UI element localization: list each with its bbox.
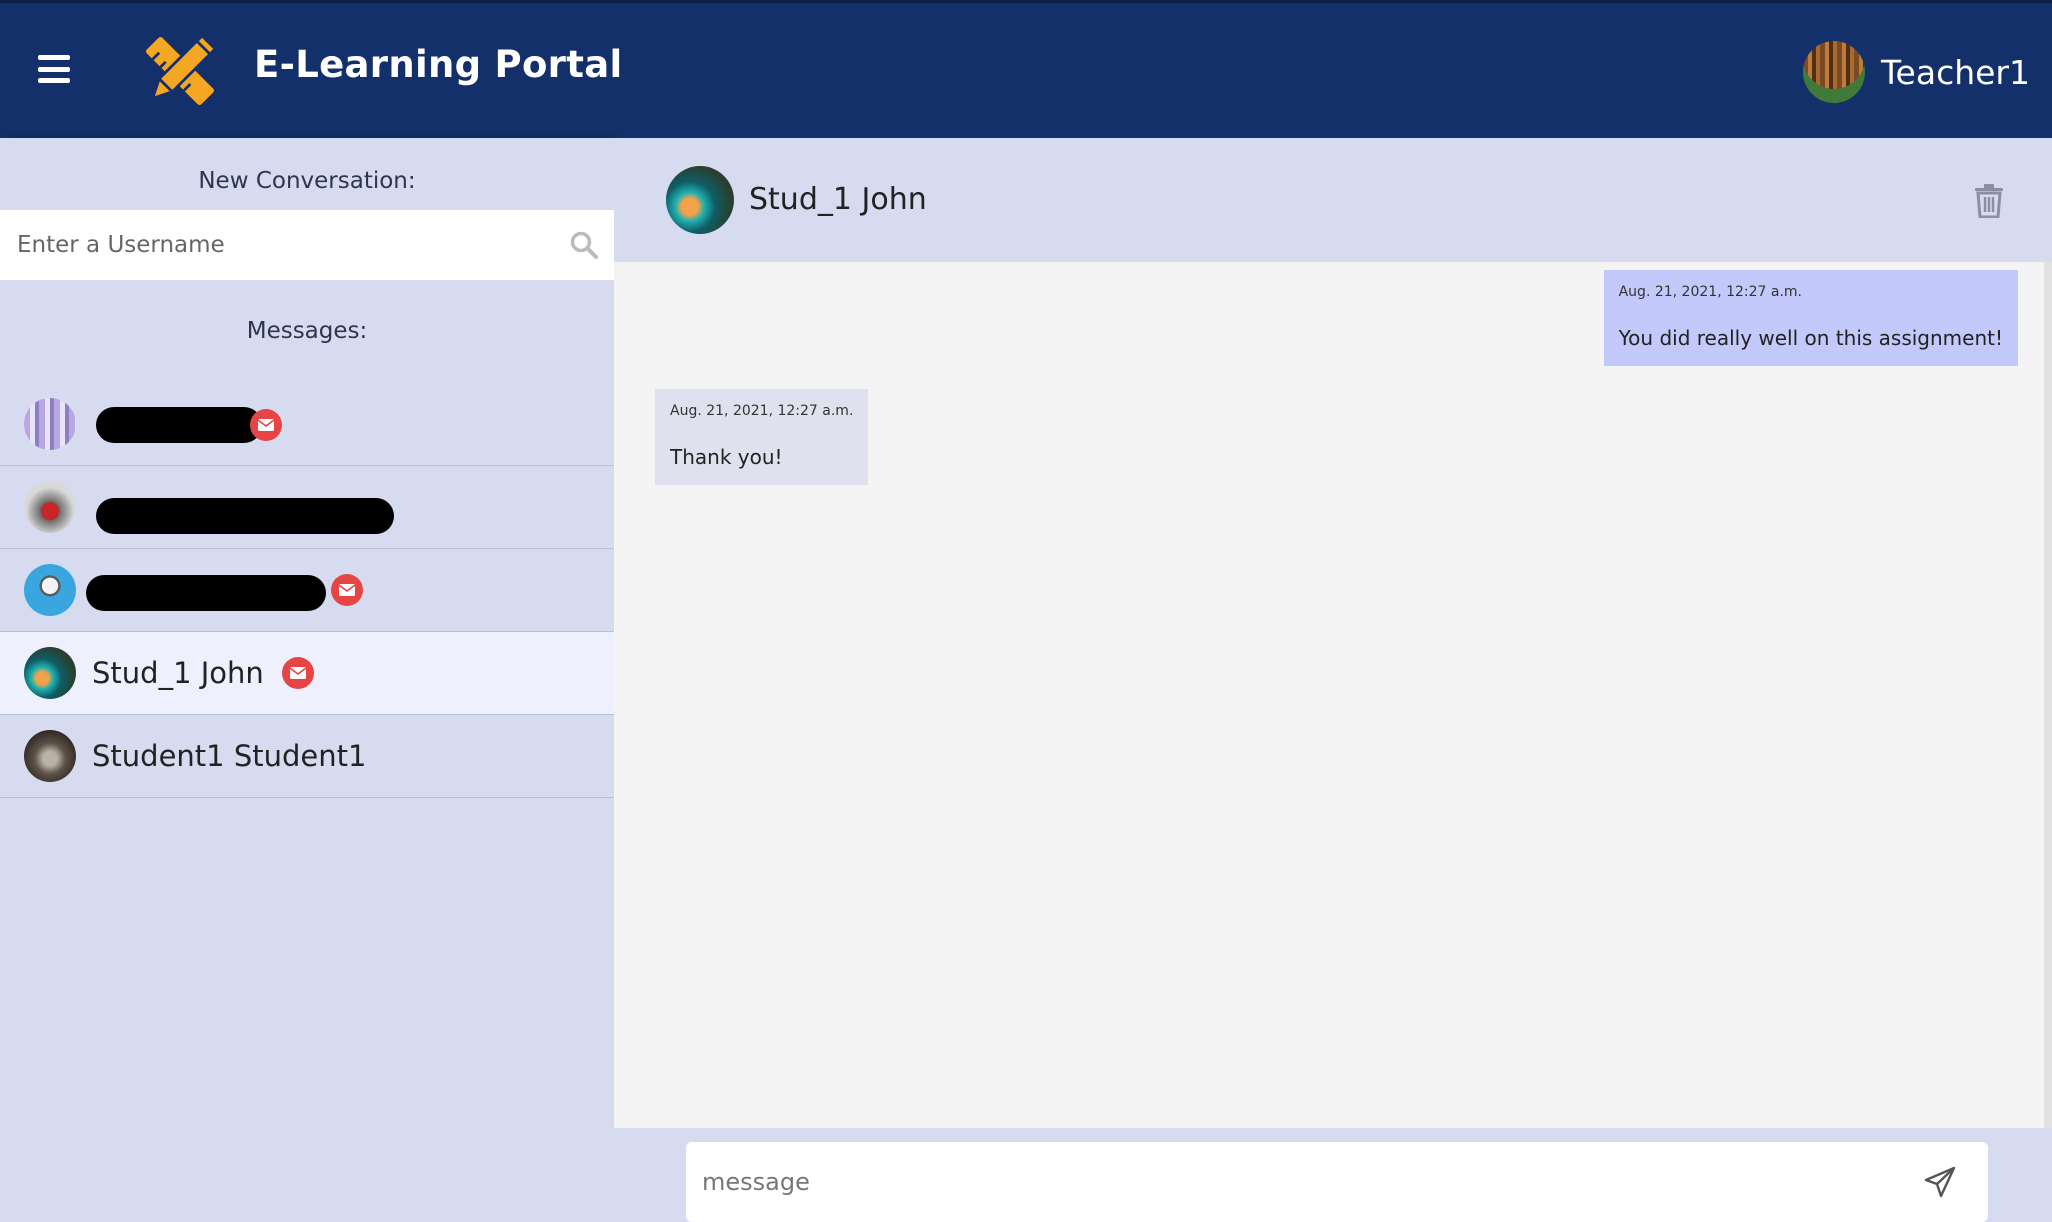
conversation-item[interactable]: Student1 Student1: [0, 715, 614, 798]
username-search: [0, 210, 614, 280]
user-menu[interactable]: Teacher1: [1803, 41, 2030, 103]
conversation-item[interactable]: [0, 549, 614, 632]
message-input-wrapper: [686, 1142, 1988, 1222]
search-icon[interactable]: [554, 215, 614, 275]
avatar: [24, 564, 76, 616]
app-title: E-Learning Portal: [254, 43, 623, 86]
top-navbar: E-Learning Portal Teacher1: [0, 0, 2052, 138]
send-button[interactable]: [1918, 1160, 1962, 1204]
username-search-input[interactable]: [0, 210, 554, 280]
message-thread: Aug. 21, 2021, 12:27 a.m. You did really…: [614, 262, 2044, 1128]
conversation-item[interactable]: [0, 383, 614, 466]
pencil-ruler-icon[interactable]: [134, 25, 226, 117]
paper-plane-icon: [1924, 1166, 1956, 1198]
conversation-item[interactable]: [0, 466, 614, 549]
chat-header: Stud_1 John: [614, 138, 2052, 262]
message-timestamp: Aug. 21, 2021, 12:27 a.m.: [670, 403, 854, 419]
conversation-item-active[interactable]: Stud_1 John: [0, 632, 614, 715]
user-name[interactable]: Teacher1: [1881, 53, 2030, 92]
message-text: You did really well on this assignment!: [1618, 326, 2003, 350]
conversations-sidebar: New Conversation: Messages:: [0, 138, 614, 1222]
scrollbar[interactable]: [2044, 262, 2052, 1128]
message-text: Thank you!: [670, 445, 783, 469]
message-composer: [614, 1128, 2052, 1222]
user-avatar[interactable]: [1803, 41, 1865, 103]
incoming-message: Aug. 21, 2021, 12:27 a.m. Thank you!: [655, 389, 869, 485]
avatar: [24, 647, 76, 699]
messages-label: Messages:: [246, 318, 368, 344]
conversation-list: Stud_1 John Student1 Student1: [0, 383, 614, 798]
conversation-name: Student1 Student1: [92, 739, 367, 773]
redacted-name: [96, 498, 394, 534]
redacted-name: [96, 407, 262, 443]
contact-name: Stud_1 John: [749, 182, 927, 217]
unread-mail-icon: [281, 657, 314, 689]
redacted-name: [86, 575, 326, 611]
conversation-name: Stud_1 John: [92, 656, 264, 690]
unread-mail-icon: [250, 409, 282, 441]
trash-icon[interactable]: [1974, 184, 2004, 218]
avatar: [24, 481, 76, 533]
unread-mail-icon: [331, 574, 363, 606]
message-timestamp: Aug. 21, 2021, 12:27 a.m.: [1618, 284, 1803, 300]
message-input[interactable]: [686, 1142, 1918, 1222]
avatar: [24, 398, 76, 450]
contact-avatar: [666, 166, 734, 234]
menu-icon[interactable]: [38, 55, 70, 83]
new-conversation-label: New Conversation:: [198, 168, 416, 194]
outgoing-message: Aug. 21, 2021, 12:27 a.m. You did really…: [1603, 270, 2018, 366]
avatar: [24, 730, 76, 782]
